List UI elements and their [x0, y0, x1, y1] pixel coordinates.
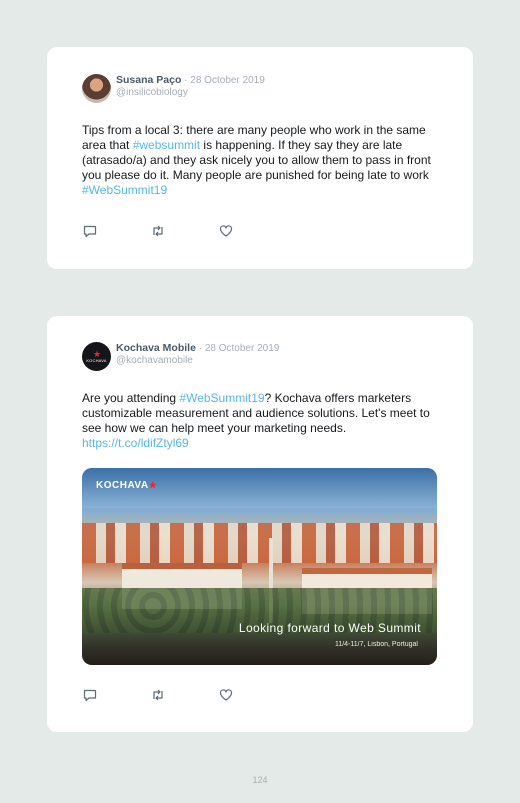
media-caption: Looking forward to Web Summit — [238, 621, 421, 635]
tweet-text: Are you attending #WebSummit19? Kochava … — [82, 391, 442, 451]
display-name[interactable]: Kochava Mobile — [116, 342, 196, 354]
media-caption-sub: 11/4-11/7, Lisbon, Portugal — [334, 641, 418, 648]
star-icon: ★ — [148, 480, 158, 490]
retweet-icon[interactable] — [151, 224, 165, 238]
tweet-author: Kochava Mobile · 28 October 2019 @kochav… — [116, 342, 279, 372]
image-shade — [82, 605, 437, 665]
reply-icon[interactable] — [83, 688, 97, 702]
avatar-logo-text: KOCHAVA — [86, 358, 107, 363]
separator: · — [181, 75, 191, 86]
tweet-text-part: Are you attending — [82, 391, 180, 405]
reply-icon[interactable] — [83, 224, 97, 238]
hashtag-link[interactable]: #WebSummit19 — [179, 391, 264, 405]
url-link[interactable]: https://t.co/ldifZtyl69 — [82, 436, 189, 450]
like-icon[interactable] — [219, 224, 233, 238]
hashtag-link[interactable]: #WebSummit19 — [82, 183, 167, 197]
separator: · — [195, 343, 205, 354]
tweet-author: Susana Paço · 28 October 2019 @insilicob… — [116, 74, 265, 104]
tweet-actions — [83, 688, 287, 702]
tweet-header: Susana Paço · 28 October 2019 @insilicob… — [82, 74, 265, 104]
tweet-text: Tips from a local 3: there are many peop… — [82, 123, 442, 198]
tweet-media-image[interactable]: KOCHAVA★ Looking forward to Web Summit 1… — [82, 468, 437, 665]
tweet-card: Susana Paço · 28 October 2019 @insilicob… — [47, 47, 473, 269]
page-number: 124 — [252, 775, 268, 785]
avatar[interactable] — [82, 74, 111, 103]
tweet-card: ★ KOCHAVA Kochava Mobile · 28 October 20… — [47, 316, 473, 732]
user-handle[interactable]: @kochavamobile — [116, 355, 279, 367]
tweet-date[interactable]: 28 October 2019 — [190, 75, 265, 86]
media-logo: KOCHAVA★ — [96, 480, 157, 491]
like-icon[interactable] — [219, 688, 233, 702]
media-logo-text: KOCHAVA — [96, 480, 149, 491]
retweet-icon[interactable] — [151, 688, 165, 702]
tweet-actions — [83, 224, 287, 238]
tweet-date[interactable]: 28 October 2019 — [205, 343, 280, 354]
image-rooftops — [82, 523, 437, 563]
display-name[interactable]: Susana Paço — [116, 74, 181, 86]
avatar[interactable]: ★ KOCHAVA — [82, 342, 111, 371]
tweet-header: ★ KOCHAVA Kochava Mobile · 28 October 20… — [82, 342, 279, 372]
hashtag-link[interactable]: #websummit — [133, 138, 200, 152]
user-handle[interactable]: @insilicobiology — [116, 87, 265, 99]
